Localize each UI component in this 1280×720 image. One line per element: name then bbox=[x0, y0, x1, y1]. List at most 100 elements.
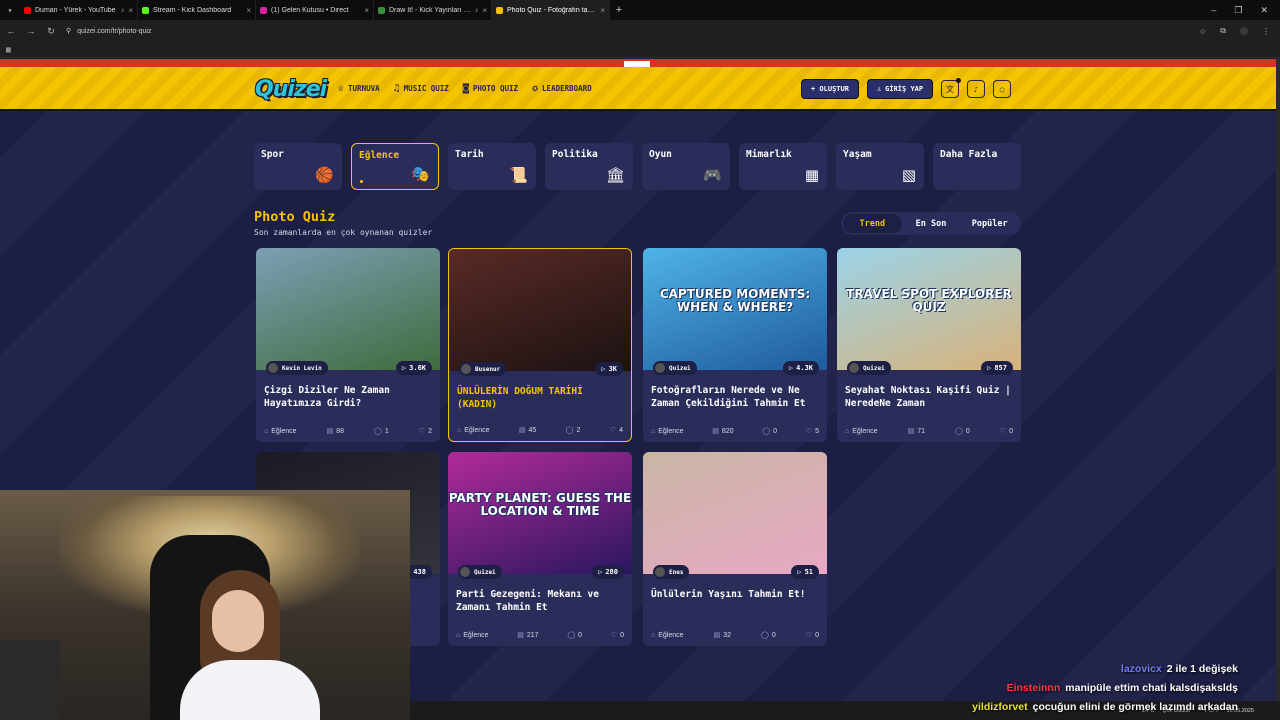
tab-audio-icon[interactable]: ♪ bbox=[121, 7, 125, 14]
quiz-card[interactable]: CAPTURED MOMENTS: WHEN & WHERE? Quizei ▷ 4.… bbox=[643, 248, 827, 442]
comment-count-value: 0 bbox=[578, 631, 583, 639]
category-card[interactable]: Eğlence 🎭 bbox=[351, 143, 439, 190]
quiz-card[interactable]: Kevin Levin ▷ 3.6K Çizgi Diziler Ne Zaman H… bbox=[256, 248, 440, 442]
browser-menu-icon[interactable]: ⋮ bbox=[1262, 27, 1270, 36]
page-scrollbar[interactable] bbox=[1276, 59, 1280, 720]
sort-trend-button[interactable]: Trend bbox=[843, 214, 902, 233]
forward-icon[interactable]: → bbox=[26, 26, 36, 36]
quiz-card[interactable]: PARTY PLANET: GUESS THE LOCATION & TIME Q… bbox=[448, 452, 632, 646]
nav-item-leaderboard[interactable]: ✪ LEADERBOARD bbox=[532, 83, 592, 94]
play-icon: ▷ bbox=[797, 568, 802, 576]
quiz-category: ⌂ Eğlence bbox=[845, 428, 878, 435]
close-window-icon[interactable]: ✕ bbox=[1260, 5, 1268, 16]
quiz-author-badge[interactable]: Quizei bbox=[653, 361, 697, 375]
nav-item-turnuva[interactable]: ♕ TURNUVA bbox=[338, 83, 380, 94]
create-button[interactable]: + OLUŞTUR bbox=[801, 79, 859, 99]
quiz-card[interactable]: Busenur ▷ 3K ÜNLÜLERİN DOĞUM TARİHİ (KADIN)… bbox=[448, 248, 632, 442]
category-label: Daha Fazla bbox=[940, 149, 998, 160]
back-icon[interactable]: ← bbox=[6, 26, 16, 36]
play-count-badge: ▷ 3.6K bbox=[395, 361, 432, 375]
reload-icon[interactable]: ↻ bbox=[46, 26, 56, 37]
site-logo[interactable]: Quizei bbox=[255, 77, 327, 102]
browser-tab[interactable]: Stream - Kick Dashboard × bbox=[138, 0, 256, 20]
category-card[interactable]: Tarih 📜 bbox=[448, 143, 536, 190]
quiz-title[interactable]: Parti Gezegeni: Mekanı ve Zamanı Tahmin … bbox=[456, 588, 626, 614]
like-count-value: 2 bbox=[428, 427, 432, 435]
tab-audio-icon[interactable]: ♪ bbox=[475, 7, 479, 14]
quiz-card[interactable]: TRAVEL SPOT EXPLORER QUIZ Quizei ▷ 857 Seyah… bbox=[837, 248, 1021, 442]
tab-close-icon[interactable]: × bbox=[482, 6, 487, 15]
extensions-icon[interactable]: ⧉ bbox=[1220, 26, 1226, 36]
new-tab-button[interactable]: + bbox=[610, 4, 628, 16]
browser-tab[interactable]: Draw It! - Kick Yayınları İçin ♪ × bbox=[374, 0, 492, 20]
room-shelf bbox=[0, 640, 60, 720]
category-card[interactable]: Oyun 🎮 bbox=[642, 143, 730, 190]
quiz-author-badge[interactable]: Quizei bbox=[458, 565, 502, 579]
quiz-author-badge[interactable]: Busenur bbox=[459, 362, 507, 376]
tab-close-icon[interactable]: × bbox=[364, 6, 369, 15]
quiz-title[interactable]: Ünlülerin Yaşını Tahmin Et! bbox=[651, 588, 821, 601]
category-card[interactable]: Daha Fazla bbox=[933, 143, 1021, 190]
apps-grid-icon[interactable]: ▦ bbox=[6, 45, 11, 54]
quiz-title[interactable]: ÜNLÜLERİN DOĞUM TARİHİ (KADIN) bbox=[457, 385, 627, 411]
nav-item-photo-quiz[interactable]: ◙ PHOTO QUIZ bbox=[463, 83, 518, 94]
comment-icon: ◯ bbox=[565, 427, 574, 434]
language-icon[interactable]: 文 bbox=[941, 78, 962, 98]
browser-tab[interactable]: (1) Gelen Kutusu • Direct × bbox=[256, 0, 374, 20]
category-card[interactable]: Politika 🏛 bbox=[545, 143, 633, 190]
category-label: Yaşam bbox=[843, 149, 872, 160]
browser-tab[interactable]: Photo Quiz - Fotoğrafın tarihini × bbox=[492, 0, 610, 20]
bookmark-star-icon[interactable]: ☆ bbox=[1199, 27, 1206, 36]
category-card[interactable]: Mimarlık ▦ bbox=[739, 143, 827, 190]
author-avatar bbox=[655, 567, 665, 577]
site-info-icon[interactable]: ⚲ bbox=[66, 27, 71, 35]
tab-title: (1) Gelen Kutusu • Direct bbox=[271, 6, 349, 14]
quiz-thumbnail[interactable]: TRAVEL SPOT EXPLORER QUIZ bbox=[837, 248, 1021, 370]
tab-close-icon[interactable]: × bbox=[600, 6, 605, 15]
quiz-thumbnail[interactable] bbox=[643, 452, 827, 574]
music-icon: ♫ bbox=[393, 83, 400, 94]
category-label: Mimarlık bbox=[746, 149, 792, 160]
like-count: ♡0 bbox=[611, 631, 624, 640]
tab-close-icon[interactable]: × bbox=[246, 6, 251, 15]
sort-en-son-button[interactable]: En Son bbox=[902, 214, 961, 233]
quiz-title[interactable]: Çizgi Diziler Ne Zaman Hayatımıza Girdi? bbox=[264, 384, 434, 410]
notification-bell-icon[interactable]: ♪ bbox=[967, 80, 986, 98]
like-count-value: 0 bbox=[815, 631, 819, 639]
quiz-thumbnail[interactable]: PARTY PLANET: GUESS THE LOCATION & TIME bbox=[448, 452, 632, 574]
url-text: quizei.com/tr/photo-quiz bbox=[77, 27, 152, 35]
sort-popüler-button[interactable]: Popüler bbox=[960, 214, 1019, 233]
search-icon[interactable]: ○ bbox=[993, 80, 1012, 98]
login-button[interactable]: ♙ GİRİŞ YAP bbox=[866, 79, 934, 99]
quiz-title[interactable]: Fotoğrafların Nerede ve Ne Zaman Çekildi… bbox=[651, 384, 821, 410]
author-name: Quizei bbox=[863, 364, 885, 372]
chat-username: Einsteinnn bbox=[1006, 682, 1061, 694]
play-count-badge: ▷ 51 bbox=[791, 565, 819, 579]
category-card[interactable]: Spor 🏀 bbox=[254, 143, 342, 190]
quiz-author-badge[interactable]: Enes bbox=[653, 565, 690, 579]
nav-item-music-quiz[interactable]: ♫ MUSIC QUIZ bbox=[394, 83, 449, 94]
comment-icon: ◯ bbox=[374, 428, 382, 435]
tab-close-icon[interactable]: × bbox=[128, 6, 133, 15]
quiz-category: ⌂ Eğlence bbox=[457, 427, 490, 434]
maximize-icon[interactable]: ❐ bbox=[1234, 5, 1242, 16]
quiz-author-badge[interactable]: Quizei bbox=[847, 361, 891, 375]
webcam-overlay bbox=[0, 490, 410, 720]
play-count: 3.6K bbox=[409, 364, 426, 372]
minimize-icon[interactable]: – bbox=[1211, 5, 1216, 16]
quiz-author-badge[interactable]: Kevin Levin bbox=[266, 361, 328, 375]
question-count-value: 88 bbox=[336, 427, 344, 435]
quiz-card[interactable]: Enes ▷ 51 Ünlülerin Yaşını Tahmin Et! ⌂ Eğlen… bbox=[643, 452, 827, 646]
quiz-stats: ⌂ Eğlence ▤ 88 ◯ 1 ♡ 2 bbox=[264, 427, 432, 436]
tag-icon: ⌂ bbox=[264, 427, 269, 435]
category-card[interactable]: Yaşam ▧ bbox=[836, 143, 924, 190]
quiz-title[interactable]: Seyahat Noktası Kaşifi Quiz | NeredeNe Z… bbox=[845, 384, 1015, 410]
profile-avatar[interactable] bbox=[1240, 27, 1248, 35]
tab-search-icon[interactable]: ▾ bbox=[0, 0, 20, 20]
url-field[interactable]: ⚲ quizei.com/tr/photo-quiz bbox=[66, 27, 1189, 36]
quiz-thumbnail[interactable] bbox=[449, 249, 631, 371]
quiz-thumbnail[interactable]: CAPTURED MOMENTS: WHEN & WHERE? bbox=[643, 248, 827, 370]
browser-tab[interactable]: Duman - Yürek - YouTube ♪ × bbox=[20, 0, 138, 20]
tab-favicon bbox=[378, 6, 385, 14]
quiz-thumbnail[interactable] bbox=[256, 248, 440, 370]
